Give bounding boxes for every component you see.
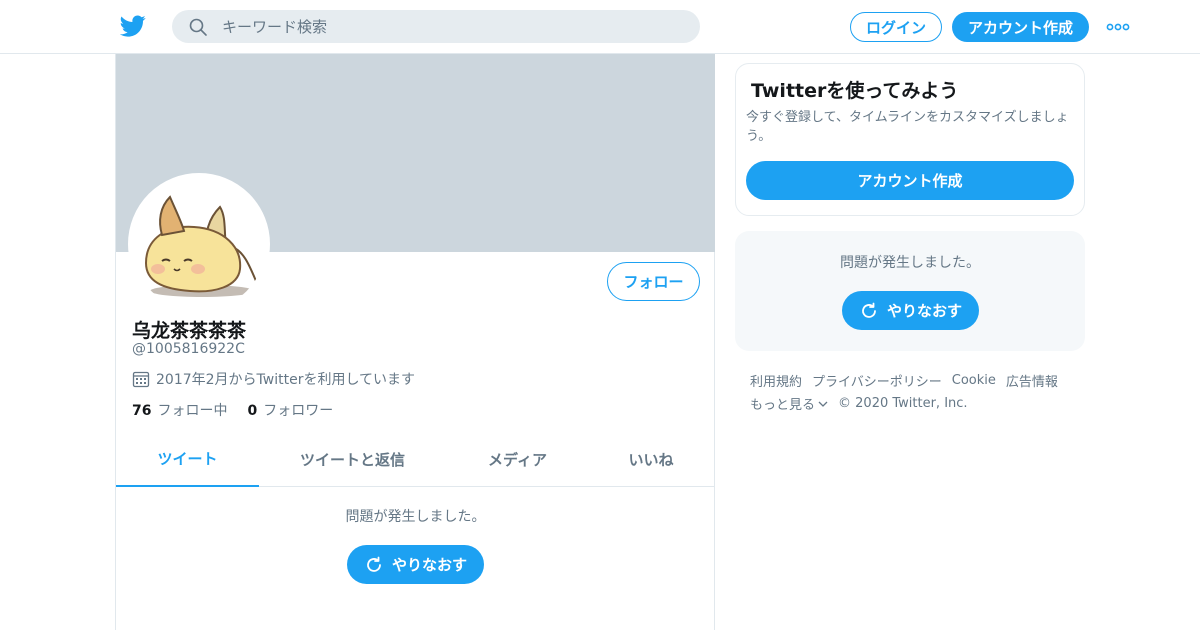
footer-link-privacy[interactable]: プライバシーポリシー — [812, 371, 942, 390]
search-icon — [188, 17, 208, 37]
joined-date: 2017年2月からTwitterを利用しています — [132, 369, 415, 389]
tab-likes[interactable]: いいね — [586, 432, 716, 487]
sidebar-retry-button[interactable]: やりなおす — [842, 291, 979, 330]
calendar-icon — [132, 370, 150, 388]
footer-link-ads[interactable]: 広告情報 — [1006, 371, 1058, 390]
search-input[interactable] — [222, 10, 682, 43]
footer-more-link[interactable]: もっと見る — [750, 394, 828, 413]
display-name: 乌龙茶茶茶茶 — [132, 320, 247, 342]
top-navigation-bar: ログイン アカウント作成 — [0, 0, 1200, 54]
footer-more-label: もっと見る — [750, 398, 816, 413]
profile-column: フォロー 乌龙茶茶茶茶 @1005816922C 2017年2月からTwitte… — [115, 54, 715, 630]
tab-media[interactable]: メディア — [446, 432, 589, 487]
tab-tweets[interactable]: ツイート — [116, 432, 259, 487]
profile-stats: 76 フォロー中 0 フォロワー — [132, 400, 353, 420]
footer-link-cookie[interactable]: Cookie — [952, 373, 996, 388]
footer-link-terms[interactable]: 利用規約 — [750, 371, 802, 390]
sidebar-error-text: 問題が発生しました。 — [840, 255, 980, 271]
profile-tabs: ツイート ツイートと返信 メディア いいね — [116, 432, 715, 487]
signup-card-title: Twitterを使ってみよう — [751, 80, 959, 102]
following-count: 76 — [132, 403, 152, 419]
copyright-text: © 2020 Twitter, Inc. — [838, 396, 968, 411]
screen-name: @1005816922C — [132, 341, 245, 357]
signup-button[interactable]: アカウント作成 — [952, 12, 1089, 42]
avatar[interactable] — [128, 173, 270, 315]
signup-card-description: 今すぐ登録して、タイムラインをカスタマイズしましょう。 — [746, 110, 1069, 144]
twitter-bird-icon[interactable] — [119, 13, 146, 39]
follow-button[interactable]: フォロー — [607, 262, 700, 301]
timeline-error-text: 問題が発生しました。 — [345, 509, 486, 525]
signup-card: Twitterを使ってみよう 今すぐ登録して、タイムラインをカスタマイズしましょ… — [735, 63, 1085, 216]
joined-text: 2017年2月からTwitterを利用しています — [156, 372, 416, 388]
following-label: フォロー中 — [157, 403, 228, 419]
signup-card-button[interactable]: アカウント作成 — [746, 161, 1074, 200]
search-box[interactable] — [172, 10, 700, 43]
following-stat[interactable]: 76 フォロー中 — [132, 400, 227, 420]
tab-tweets-and-replies[interactable]: ツイートと返信 — [281, 432, 424, 487]
followers-count: 0 — [247, 403, 258, 419]
refresh-icon — [367, 556, 381, 572]
followers-label: フォロワー — [263, 403, 334, 419]
chevron-down-icon — [818, 401, 828, 407]
trends-error-card: 問題が発生しました。 やりなおす — [735, 231, 1085, 351]
timeline-retry-label: やりなおす — [391, 556, 467, 574]
refresh-icon — [862, 302, 876, 318]
sidebar-footer: 利用規約 プライバシーポリシー Cookie 広告情報 もっと見る © 2020… — [750, 369, 1080, 415]
login-button[interactable]: ログイン — [850, 12, 942, 42]
followers-stat[interactable]: 0 フォロワー — [247, 400, 333, 420]
sidebar-retry-label: やりなおす — [886, 302, 962, 320]
timeline-retry-button[interactable]: やりなおす — [347, 545, 484, 584]
more-options-icon[interactable] — [1106, 18, 1130, 36]
